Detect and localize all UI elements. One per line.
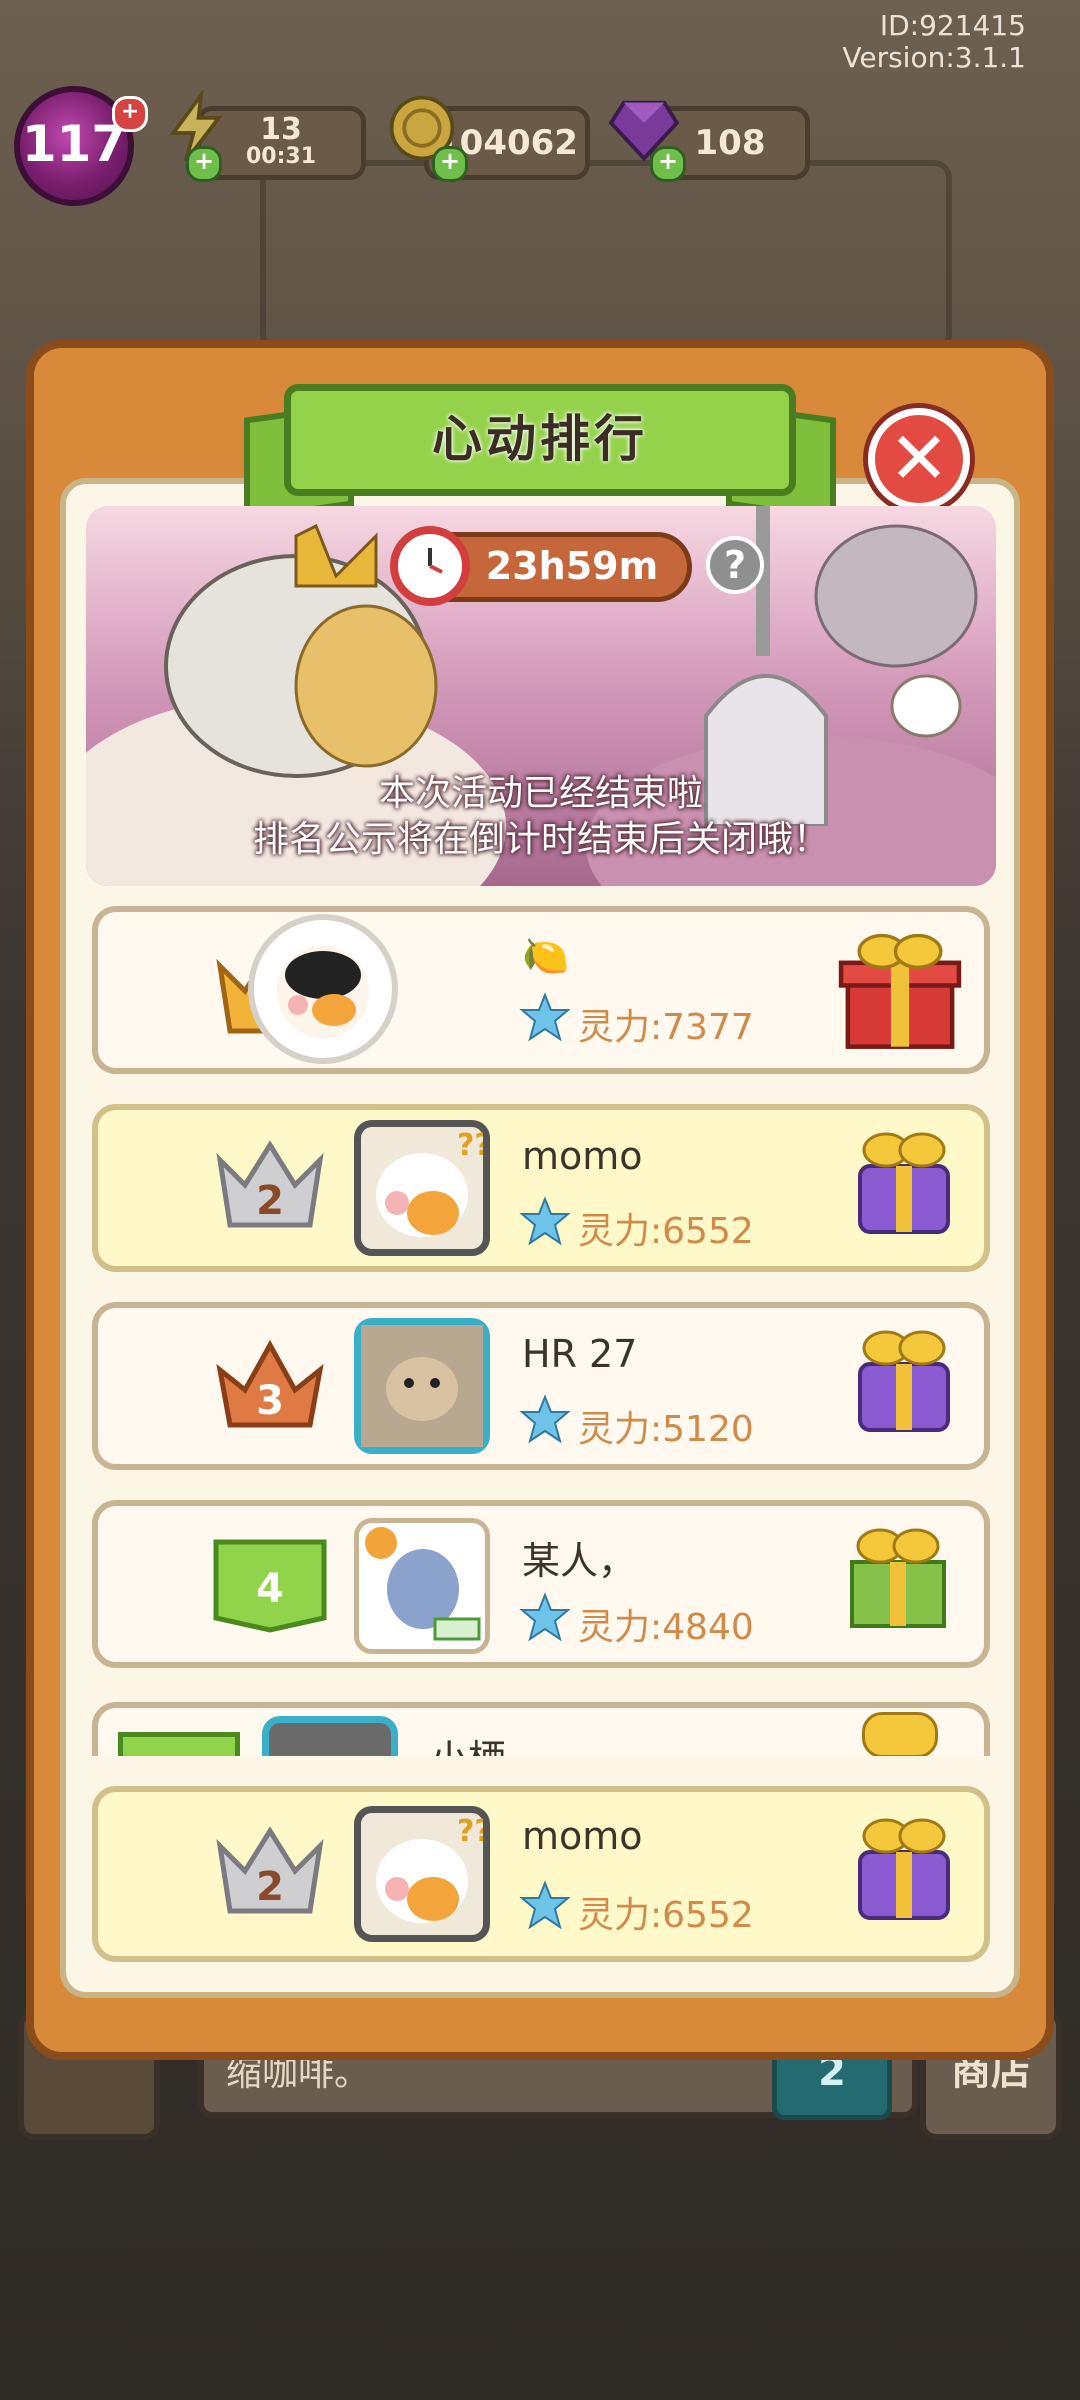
crown-silver-icon: 2 — [216, 1140, 324, 1228]
avatar[interactable]: ?? — [354, 1806, 492, 1942]
svg-text:??: ?? — [457, 1814, 483, 1849]
avatar[interactable]: ?? — [354, 1120, 492, 1256]
player-info: ID:921415 Version:3.1.1 — [842, 10, 1026, 74]
gift-icon[interactable] — [844, 1320, 964, 1440]
avatar[interactable] — [262, 1716, 398, 1756]
player-power: 灵力:4840 — [578, 1607, 754, 1648]
close-button[interactable]: ✕ — [868, 408, 970, 510]
rank-row-1[interactable]: 1 🍋 灵力:7377 — [92, 906, 990, 1074]
rank-number: 2 — [256, 1864, 284, 1910]
rank-number: 2 — [256, 1178, 284, 1224]
modal-title: 心动排行 — [284, 384, 796, 496]
event-ended-notice: 本次活动已经结束啦 — [378, 773, 703, 814]
coins-plus-icon[interactable]: + — [432, 146, 468, 182]
player-power: 灵力:6552 — [578, 1895, 754, 1936]
gift-icon[interactable] — [844, 1808, 964, 1928]
star-icon — [519, 1592, 571, 1642]
version-label: Version:3.1.1 — [842, 41, 1026, 74]
player-power: 灵力:7377 — [578, 1007, 754, 1048]
star-icon — [519, 1880, 571, 1930]
player-power: 灵力:5120 — [578, 1409, 754, 1450]
crown-silver-icon: 2 — [216, 1826, 324, 1914]
rank-flag-icon: 4 — [213, 1539, 327, 1633]
ranking-close-notice: 排名公示将在倒计时结束后关闭哦！ — [252, 819, 829, 860]
background-shelf — [260, 160, 952, 352]
player-name: HR 27 — [522, 1332, 638, 1376]
rank-row-5[interactable]: 小栖 — [92, 1702, 990, 1756]
rank-row-2[interactable]: 2 ?? momo 灵力:6552 — [92, 1104, 990, 1272]
svg-text:??: ?? — [457, 1128, 483, 1163]
help-button[interactable]: ? — [706, 536, 764, 594]
rank-row-3[interactable]: 3 HR 27 灵力:5120 — [92, 1302, 990, 1470]
gift-icon[interactable] — [844, 1122, 964, 1242]
energy-plus-icon[interactable]: + — [186, 146, 222, 182]
gift-icon[interactable] — [832, 922, 968, 1058]
gift-icon[interactable] — [838, 1516, 958, 1636]
avatar[interactable] — [354, 1318, 490, 1454]
player-power: 灵力:6552 — [578, 1211, 754, 1252]
my-rank-row[interactable]: 2 ?? momo 灵力:6552 — [92, 1786, 990, 1962]
rank-number: 3 — [256, 1378, 284, 1424]
player-name: 小栖 — [430, 1728, 506, 1756]
star-icon — [519, 1196, 571, 1246]
star-icon — [519, 992, 571, 1042]
clock-icon — [390, 526, 470, 606]
rank-row-4[interactable]: 4 某人， 灵力:4840 — [92, 1500, 990, 1668]
rank-number: 4 — [256, 1566, 284, 1612]
gift-icon[interactable] — [862, 1712, 938, 1756]
star-icon — [519, 1394, 571, 1444]
level-plus-icon[interactable]: + — [112, 96, 148, 132]
player-name: 🍋 — [522, 934, 570, 978]
player-name: momo — [522, 1134, 643, 1178]
ranking-list-scroll-edge[interactable]: 小栖 — [86, 1690, 996, 1756]
crown-bronze-icon: 3 — [216, 1339, 324, 1428]
help-icon: ? — [723, 543, 747, 587]
player-name: momo — [522, 1814, 643, 1858]
player-name: 某人， — [522, 1539, 637, 1583]
player-id: ID:921415 — [879, 9, 1026, 42]
gems-plus-icon[interactable]: + — [650, 146, 686, 182]
close-icon: ✕ — [888, 416, 950, 500]
avatar[interactable] — [354, 1518, 490, 1654]
avatar[interactable] — [248, 914, 398, 1064]
rank-flag-icon — [118, 1732, 240, 1756]
